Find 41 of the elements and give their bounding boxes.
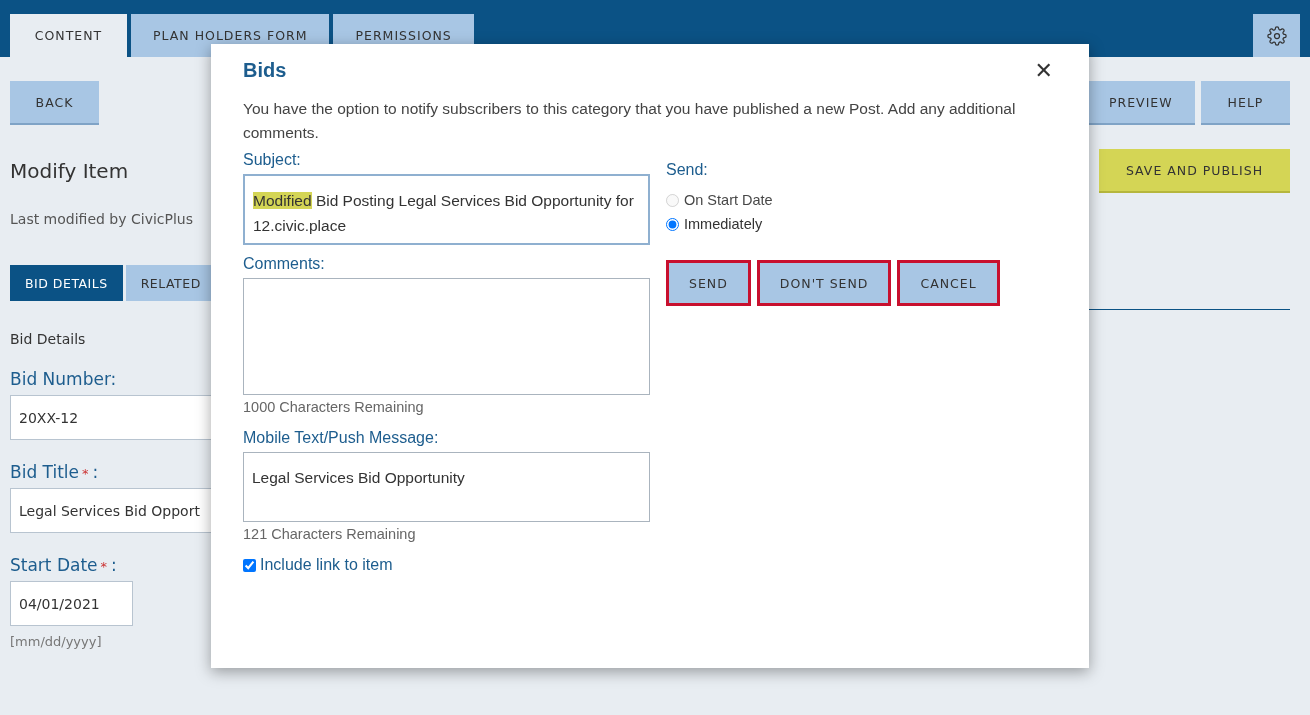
dialog-action-button[interactable]: CANCEL: [897, 260, 1000, 306]
close-button[interactable]: ✕: [1030, 58, 1057, 83]
dialog-action-button[interactable]: DON'T SEND: [756, 260, 892, 306]
field-label: Start Date: [10, 555, 98, 575]
subject-label: Subject:: [243, 151, 302, 169]
required-mark: *: [100, 559, 108, 574]
section-tab[interactable]: BID DETAILS: [10, 265, 123, 301]
input-field[interactable]: Legal Services Bid Opport: [10, 488, 211, 533]
mobile-message-label: Mobile Text/Push Message:: [243, 429, 440, 447]
dialog-description: You have the option to notify subscribers to this category that you have published a new Post. Add any additional comments.: [243, 99, 1017, 143]
field-label: Bid Number:: [10, 369, 117, 389]
date-format-hint: [mm/dd/yyyy]: [10, 634, 103, 649]
section-tab[interactable]: RELATED: [125, 265, 211, 301]
back-button[interactable]: BACK: [10, 81, 99, 125]
save-and-publish-button[interactable]: SAVE AND PUBLISH: [1099, 149, 1290, 193]
settings-icon: [1266, 25, 1287, 46]
dialog-action-button[interactable]: SEND: [666, 260, 751, 306]
header-button[interactable]: HELP: [1201, 81, 1290, 125]
tab[interactable]: CONTENT: [10, 14, 127, 57]
include-link-checkbox[interactable]: Include link to item: [243, 556, 650, 574]
characters-remaining: 121 Characters Remaining: [243, 526, 417, 542]
mobile-message-field[interactable]: Legal Services Bid Opportunity: [243, 452, 650, 522]
input-field[interactable]: 20XX-12: [10, 395, 211, 440]
checkbox[interactable]: [243, 558, 256, 572]
comments-label: Comments:: [243, 255, 326, 273]
settings-button[interactable]: [1253, 14, 1300, 57]
characters-remaining: 1000 Characters Remaining: [243, 399, 425, 415]
dialog-title: Bids: [243, 59, 287, 82]
page-title: Modify Item: [10, 159, 130, 183]
section-heading: Bid Details: [10, 331, 87, 347]
radio-button[interactable]: [666, 217, 679, 231]
label-colon: :: [92, 462, 99, 482]
input-field[interactable]: 04/01/2021: [10, 581, 133, 626]
field-label: Bid Title: [10, 462, 79, 482]
send-option[interactable]: Immediately: [666, 216, 1000, 232]
label-colon: :: [111, 555, 117, 575]
subject-field[interactable]: Modified Bid Posting Legal Services Bid Opportunity for 12.civic.place: [243, 174, 650, 245]
comments-field[interactable]: [243, 278, 650, 395]
last-modified-text: Last modified by CivicPlus: [10, 211, 195, 227]
send-label: Send:: [666, 161, 709, 179]
required-mark: *: [82, 466, 89, 481]
